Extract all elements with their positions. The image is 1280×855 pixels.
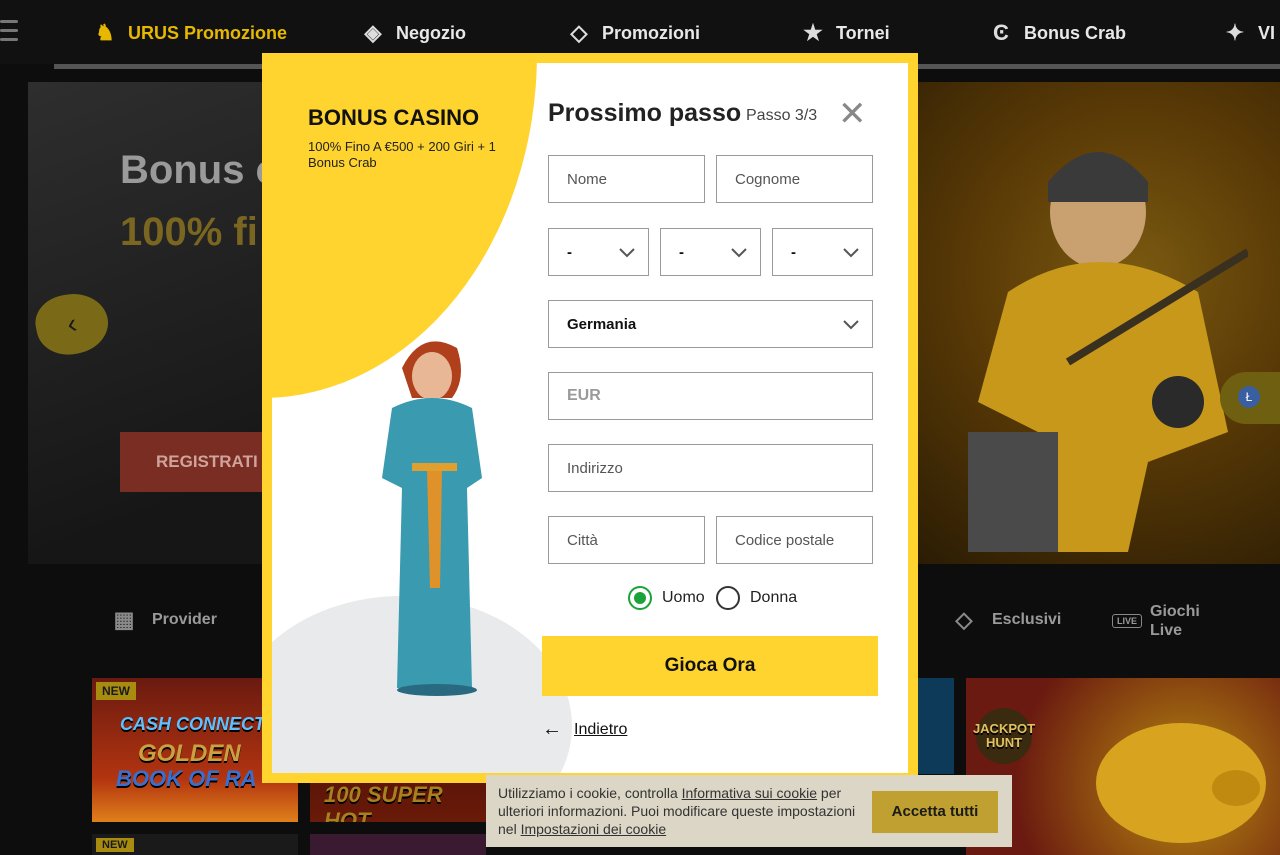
nav-item-promotions[interactable]: ◇ Promozioni: [566, 20, 700, 46]
nav-item-shop[interactable]: ◈ Negozio: [360, 20, 466, 46]
arrow-left-icon: ←: [542, 718, 562, 740]
radio-male[interactable]: [628, 586, 652, 610]
city-field[interactable]: Città: [548, 516, 705, 564]
hero-subtitle: 100% fi: [120, 210, 258, 254]
category-label: Esclusivi: [992, 611, 1062, 628]
game-title: GOLDEN: [138, 740, 241, 767]
chevron-down-icon: [618, 243, 636, 261]
category-live[interactable]: LIVE Giochi Live: [1112, 602, 1200, 640]
litecoin-icon: Ł: [1238, 386, 1260, 408]
step-indicator: Passo 3/3: [746, 107, 818, 124]
close-icon[interactable]: ✕: [838, 97, 867, 131]
bonus-title: BONUS CASINO: [308, 105, 480, 130]
select-value: Germania: [567, 315, 637, 333]
birth-year-select[interactable]: -: [772, 228, 873, 276]
chevron-down-icon: [730, 243, 748, 261]
ticket-icon: ◈: [364, 20, 382, 45]
nav-item-tournaments[interactable]: ★ Tornei: [800, 20, 890, 46]
hockey-player-image: [968, 152, 1248, 552]
currency-field[interactable]: EUR: [548, 372, 873, 420]
cookie-text: Utilizziamo i cookie, controlla Informat…: [498, 784, 868, 838]
category-provider[interactable]: ▦ Provider: [104, 600, 217, 640]
nav-label: URUS Promozione: [128, 22, 288, 43]
play-now-button[interactable]: Gioca Ora: [542, 636, 878, 696]
diamond-icon: ◇: [955, 607, 973, 632]
game-tile-jackpot-hunt[interactable]: JACKPOT HUNT: [966, 678, 1280, 855]
gold-pig-image: [1096, 723, 1266, 843]
radio-label: Uomo: [662, 589, 705, 606]
game-tile-ocean[interactable]: [918, 678, 954, 774]
back-link[interactable]: ← Indietro: [542, 718, 627, 741]
gender-female-option[interactable]: Donna: [716, 586, 797, 610]
radio-label: Donna: [750, 589, 798, 606]
nav-label: Promozioni: [602, 22, 700, 43]
cookie-policy-link[interactable]: Informativa sui cookie: [682, 785, 817, 801]
chevron-down-icon: [842, 243, 860, 261]
nav-label: Tornei: [836, 22, 890, 43]
select-value: -: [567, 243, 572, 261]
modal-content: BONUS CASINO 100% Fino A €500 + 200 Giri…: [272, 63, 908, 773]
accept-all-button[interactable]: Accetta tutti: [872, 791, 998, 833]
new-badge: NEW: [96, 682, 136, 700]
menu-icon[interactable]: [0, 20, 18, 47]
crab-c-icon: Ͼ: [993, 20, 1009, 45]
hero-image: Ł: [918, 82, 1280, 564]
crypto-badge: Ł: [1220, 372, 1280, 424]
form-title: Prossimo passo: [548, 99, 742, 127]
grid-icon: ▦: [113, 607, 135, 632]
chevron-left-icon: ‹: [64, 307, 80, 340]
lamborghini-icon: ♞: [95, 20, 115, 45]
cookie-banner: Utilizziamo i cookie, controlla Informat…: [486, 775, 1012, 847]
cookie-settings-link[interactable]: Impostazioni dei cookie: [521, 821, 667, 837]
nav-label: Bonus Crab: [1024, 22, 1127, 43]
postal-code-field[interactable]: Codice postale: [716, 516, 873, 564]
country-select[interactable]: Germania: [548, 300, 873, 348]
chevron-down-icon: [842, 315, 860, 333]
registration-modal: BONUS CASINO 100% Fino A €500 + 200 Giri…: [262, 53, 918, 783]
select-value: -: [679, 243, 684, 261]
cookie-text-part: Utilizziamo i cookie, controlla: [498, 785, 682, 801]
game-title: 100 SUPER HOT: [324, 782, 443, 822]
birth-month-select[interactable]: -: [660, 228, 761, 276]
star-trophy-icon: ★: [803, 20, 823, 45]
character-illustration: [382, 341, 482, 696]
category-exclusive[interactable]: ◇ Esclusivi: [944, 600, 1062, 640]
nav-label: Negozio: [396, 22, 466, 43]
bonus-description: 100% Fino A €500 + 200 Giri + 1 Bonus Cr…: [308, 139, 496, 170]
birth-day-select[interactable]: -: [548, 228, 649, 276]
hero-title: Bonus c: [120, 148, 278, 192]
new-badge: NEW: [96, 838, 134, 852]
game-tile-row2b[interactable]: [310, 834, 486, 855]
nav-label: VI: [1258, 22, 1276, 43]
game-tile-row2[interactable]: NEW: [92, 834, 298, 855]
address-field[interactable]: Indirizzo: [548, 444, 873, 492]
radio-female[interactable]: [716, 586, 740, 610]
nav-item-bonus-crab[interactable]: Ͼ Bonus Crab: [988, 20, 1126, 46]
category-label: Live: [1150, 622, 1183, 639]
game-title: JACKPOT HUNT: [973, 708, 1035, 764]
game-title: BOOK OF RA: [116, 766, 257, 791]
first-name-field[interactable]: Nome: [548, 155, 705, 203]
select-value: -: [791, 243, 796, 261]
category-label: Giochi: [1150, 603, 1200, 620]
back-label: Indietro: [574, 720, 628, 738]
gender-male-option[interactable]: Uomo: [628, 586, 705, 610]
category-label: Provider: [152, 611, 217, 628]
nav-item-urus[interactable]: ♞ URUS Promozione: [92, 20, 287, 46]
nav-item-vip[interactable]: ✦ VI: [1222, 20, 1275, 46]
diamond-icon: ◇: [570, 20, 588, 45]
stars-icon: ✦: [1225, 20, 1245, 45]
last-name-field[interactable]: Cognome: [716, 155, 873, 203]
live-icon: LIVE: [1112, 614, 1143, 628]
